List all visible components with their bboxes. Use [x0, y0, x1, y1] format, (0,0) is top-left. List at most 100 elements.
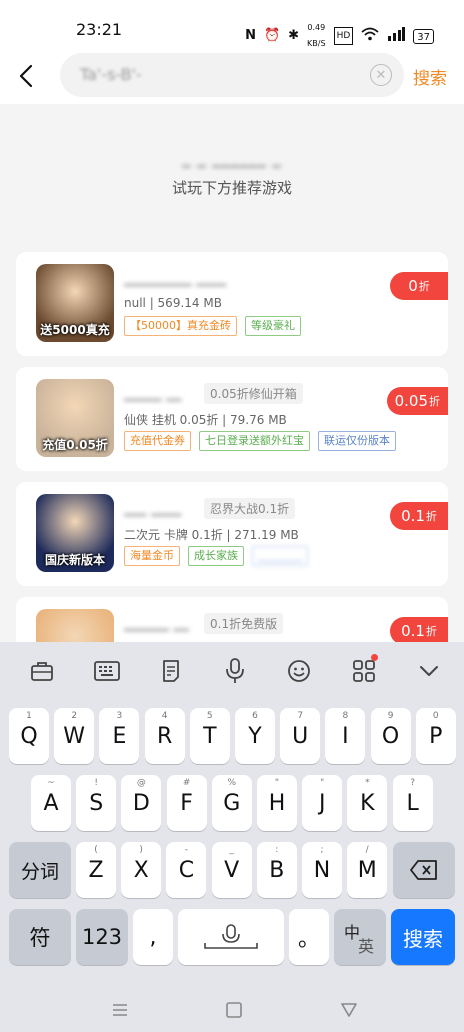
key-u[interactable]: 7U — [280, 708, 321, 764]
game-tag: ________ — [252, 546, 308, 566]
key-m[interactable]: / M — [347, 842, 388, 898]
key-label: S — [89, 790, 104, 816]
game-cover-text: 送5000真充 — [40, 323, 110, 337]
key-j[interactable]: " J — [302, 775, 343, 831]
back-arrow-icon — [19, 64, 33, 88]
keyboard-search-key[interactable]: 搜索 — [391, 909, 455, 965]
symbol-key[interactable]: 符 — [9, 909, 71, 965]
comma-key[interactable]: , — [133, 909, 173, 965]
key-z[interactable]: (Z — [76, 842, 116, 898]
key-hint: 6 — [252, 711, 258, 721]
key-hint: " — [320, 778, 325, 788]
key-t[interactable]: 5T — [189, 708, 230, 764]
home-nav-icon[interactable] — [222, 998, 246, 1022]
game-card[interactable]: 充值0.05折 _____ __ 0.05折修仙开箱 仙侠 挂机 0.05折 | 79… — [16, 367, 448, 471]
key-f[interactable]: # F — [166, 775, 207, 831]
key-hint: : — [275, 845, 279, 855]
search-input[interactable]: Ta'-s-B'- ✕ — [60, 53, 404, 97]
keyboard-toolbar — [0, 642, 464, 700]
key-g[interactable]: % G — [211, 775, 252, 831]
key-label: K — [360, 790, 375, 816]
key-h[interactable]: " H — [257, 775, 297, 831]
key-a[interactable]: ~ A — [31, 775, 71, 831]
game-icon[interactable]: 充值0.05折 — [36, 379, 114, 457]
game-tag: 七日登录送额外红宝 — [199, 431, 310, 451]
clear-search-icon[interactable]: ✕ — [370, 64, 392, 86]
key-hint: 3 — [116, 711, 123, 721]
key-l[interactable]: ? L — [392, 775, 433, 831]
key-hint: @ — [136, 778, 146, 788]
wifi-icon — [361, 27, 379, 46]
back-nav-icon[interactable] — [337, 998, 361, 1022]
game-sub-badge: 0.05折修仙开箱 — [204, 383, 303, 404]
key-hint: * — [365, 778, 370, 788]
key-i[interactable]: 8I — [325, 708, 366, 764]
voice-icon[interactable] — [219, 656, 251, 686]
discount-value: 0 — [408, 277, 418, 295]
key-y[interactable]: 6Y — [235, 708, 275, 764]
game-card[interactable]: 国庆新版本 ___ ____ 忍界大战0.1折 二次元 卡牌 0.1折 | 271.1… — [16, 482, 448, 586]
key-p[interactable]: 0P — [415, 708, 456, 764]
notification-dot — [371, 654, 378, 661]
segment-key[interactable]: 分词 — [9, 842, 71, 898]
game-card[interactable]: 送5000真充 _________ ____ null | 569.14 MB 【50… — [16, 252, 448, 356]
key-hint: ; — [320, 845, 324, 855]
key-label: R — [156, 723, 173, 749]
game-icon[interactable]: 国庆新版本 — [36, 494, 114, 572]
discount-badge: 0.05 折 — [386, 387, 448, 415]
collapse-keyboard-icon[interactable] — [413, 656, 445, 686]
key-label: J — [318, 790, 326, 816]
game-tag: 充值代金券 — [124, 431, 191, 451]
network-speed-value: 0.49 — [307, 23, 326, 32]
key-r[interactable]: 4R — [144, 708, 185, 764]
bluetooth-icon: ✱ — [288, 28, 300, 43]
key-x[interactable]: ) X — [121, 842, 162, 898]
key-hint: 9 — [387, 711, 394, 721]
apps-icon[interactable] — [348, 654, 380, 686]
search-button[interactable]: 搜索 — [413, 64, 447, 89]
key-label: I — [342, 723, 349, 749]
key-label: L — [406, 790, 419, 816]
period-key[interactable]: 。 — [289, 909, 329, 965]
space-key[interactable] — [178, 909, 284, 965]
keyboard-layout-icon[interactable] — [91, 656, 123, 686]
number-key[interactable]: 123 — [76, 909, 128, 965]
emoji-icon[interactable] — [283, 656, 315, 686]
game-meta: 二次元 卡牌 0.1折 | 271.19 MB — [124, 528, 299, 542]
game-name: ___ ____ — [124, 498, 182, 516]
key-e[interactable]: 3E — [99, 708, 140, 764]
key-d[interactable]: @ D — [121, 775, 162, 831]
hd-icon: HD — [333, 27, 354, 45]
key-label: W — [63, 723, 86, 749]
key-o[interactable]: 9O — [370, 708, 411, 764]
key-b[interactable]: :B — [256, 842, 297, 898]
key-hint: ) — [139, 845, 143, 855]
game-meta: 仙侠 挂机 0.05折 | 79.76 MB — [124, 413, 287, 427]
key-q[interactable]: 1Q — [9, 708, 49, 764]
key-v[interactable]: _ V — [211, 842, 252, 898]
key-hint: / — [365, 845, 369, 855]
key-s[interactable]: ! S — [76, 775, 117, 831]
menu-nav-icon[interactable] — [108, 998, 132, 1022]
key-label: M — [357, 857, 377, 883]
soft-keyboard: 1 Q 2 W 3 E 4 R 5 T 6 Y 7 U 8 I 9 O 0 P ~ A! S @ D # F% G " H " J * K? L 分词… — [0, 642, 464, 1032]
game-meta: null | 569.14 MB — [124, 296, 222, 310]
key-k[interactable]: * K — [347, 775, 388, 831]
key-label: 分词 — [20, 860, 59, 883]
key-label: T — [203, 723, 217, 749]
clipboard-icon[interactable] — [155, 656, 187, 686]
discount-unit: 折 — [425, 625, 437, 638]
search-input-value[interactable]: Ta'-s-B'- — [80, 65, 142, 84]
game-icon[interactable]: 送5000真充 — [36, 264, 114, 342]
key-n[interactable]: ; N — [302, 842, 342, 898]
toolbox-icon[interactable] — [26, 656, 58, 686]
key-w[interactable]: 2W — [54, 708, 95, 764]
back-button[interactable] — [10, 60, 42, 92]
backspace-key[interactable] — [393, 842, 455, 898]
key-c[interactable]: -C — [166, 842, 207, 898]
nfc-icon: N — [245, 28, 256, 43]
language-switch-key[interactable]: 中英 — [334, 909, 386, 965]
game-name: ______ __ — [124, 613, 189, 631]
key-hint: % — [227, 778, 237, 788]
discount-badge: 0.1 折 — [390, 502, 448, 530]
